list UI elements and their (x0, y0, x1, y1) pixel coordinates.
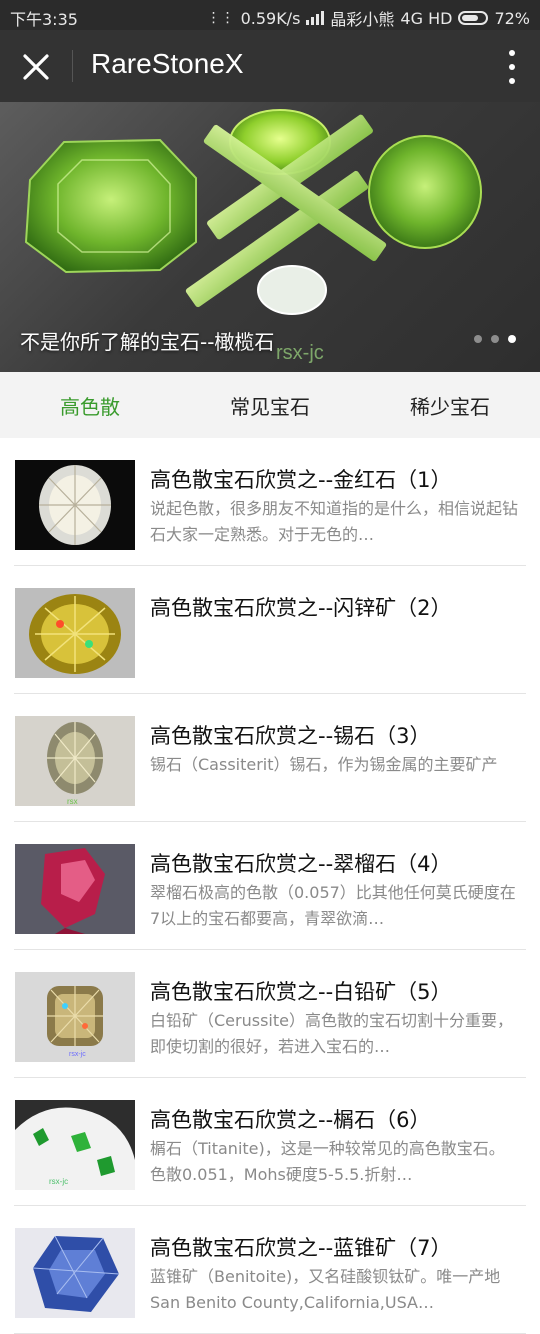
tab-rare-gems[interactable]: 稀少宝石 (360, 372, 540, 438)
banner-carousel[interactable]: 不是你所了解的宝石--橄榄石 rsx-jc (0, 102, 540, 372)
close-button[interactable] (16, 47, 56, 87)
more-icon-dot (509, 64, 515, 70)
list-item[interactable]: 高色散宝石欣赏之--翠榴石（4） 翠榴石极高的色散（0.057）比其他任何莫氏硬… (14, 822, 526, 950)
article-thumbnail: rsx-jc (15, 972, 135, 1062)
close-icon (23, 54, 49, 80)
article-summary: 榍石（Titanite)，这是一种较常见的高色散宝石。色散0.051，Mohs硬… (150, 1139, 505, 1184)
battery-icon (458, 11, 489, 25)
article-title: 高色散宝石欣赏之--榍石（6） (150, 1108, 431, 1132)
banner-watermark: rsx-jc (276, 342, 324, 364)
blue-gem-image (15, 1228, 135, 1318)
red-crystal-image (15, 844, 135, 934)
article-list: 高色散宝石欣赏之--金红石（1） 说起色散，很多朋友不知道指的是什么，相信说起钻… (0, 438, 540, 1334)
list-item[interactable]: rsx 高色散宝石欣赏之--锡石（3） 锡石（Cassiterit）锡石，作为锡… (14, 694, 526, 822)
list-item[interactable]: rsx-jc 高色散宝石欣赏之--榍石（6） 榍石（Titanite)，这是一种… (14, 1078, 526, 1206)
svg-text:rsx: rsx (67, 797, 78, 806)
champagne-cushion-gem-image: rsx-jc (15, 972, 135, 1062)
app-bar: RareStoneX (0, 30, 540, 102)
article-title: 高色散宝石欣赏之--锡石（3） (150, 724, 431, 748)
list-item[interactable]: 高色散宝石欣赏之--闪锌矿（2） (14, 566, 526, 694)
tab-common-gems[interactable]: 常见宝石 (180, 372, 360, 438)
network-type: 4G HD (400, 8, 453, 28)
banner-caption: 不是你所了解的宝石--橄榄石 (20, 330, 275, 354)
carrier-name: 晶彩小熊 (330, 10, 395, 29)
carousel-dots (474, 335, 516, 343)
status-time: 下午3:35 (10, 10, 78, 29)
svg-text:rsx-jc: rsx-jc (49, 1177, 68, 1186)
network-speed: 0.59K/s (240, 8, 301, 28)
article-thumbnail (15, 844, 135, 934)
list-item[interactable]: 高色散宝石欣赏之--金红石（1） 说起色散，很多朋友不知道指的是什么，相信说起钻… (14, 438, 526, 566)
list-item[interactable]: 高色散宝石欣赏之--蓝锥矿（7） 蓝锥矿（Benitoite)，又名硅酸钡钛矿。… (14, 1206, 526, 1334)
svg-text:rsx-jc: rsx-jc (69, 1051, 86, 1058)
article-thumbnail (15, 460, 135, 550)
category-tabs: 高色散 常见宝石 稀少宝石 (0, 372, 540, 438)
article-summary: 翠榴石极高的色散（0.057）比其他任何莫氏硬度在7以上的宝石都要高，青翠欲滴… (150, 883, 516, 928)
clear-oval-gem-image (15, 460, 135, 550)
grey-oval-gem-image: rsx (15, 716, 135, 806)
article-summary: 白铅矿（Cerussite）高色散的宝石切割十分重要，即使切割的很好，若进入宝石… (150, 1011, 513, 1056)
carousel-dot[interactable] (474, 335, 482, 343)
article-title: 高色散宝石欣赏之--蓝锥矿（7） (150, 1236, 452, 1260)
list-item[interactable]: rsx-jc 高色散宝石欣赏之--白铅矿（5） 白铅矿（Cerussite）高色… (14, 950, 526, 1078)
yellow-oval-gem-image (15, 588, 135, 678)
article-thumbnail (15, 588, 135, 678)
green-gems-on-white-image: rsx-jc (15, 1100, 135, 1190)
article-title: 高色散宝石欣赏之--闪锌矿（2） (150, 596, 452, 620)
page-title: RareStoneX (91, 48, 244, 79)
article-summary (150, 624, 520, 676)
article-thumbnail: rsx-jc (15, 1100, 135, 1190)
carousel-dot[interactable] (491, 335, 499, 343)
article-title: 高色散宝石欣赏之--白铅矿（5） (150, 980, 452, 1004)
battery-percent: 72% (494, 8, 530, 28)
header-divider (72, 50, 73, 82)
alarm-icon: ⋮⋮ (206, 10, 235, 26)
carousel-dot-active[interactable] (508, 335, 516, 343)
status-bar: 下午3:35 ⋮⋮ 0.59K/s 晶彩小熊 4G HD 72% (0, 0, 540, 30)
status-indicators: ⋮⋮ 0.59K/s 晶彩小熊 4G HD 72% (207, 6, 530, 30)
more-icon-dot (509, 78, 515, 84)
tab-high-dispersion[interactable]: 高色散 (0, 372, 180, 438)
more-menu-button[interactable] (506, 50, 518, 84)
article-summary: 锡石（Cassiterit）锡石，作为锡金属的主要矿产 (150, 755, 498, 774)
article-summary: 蓝锥矿（Benitoite)，又名硅酸钡钛矿。唯一产地San Benito Co… (150, 1267, 501, 1312)
article-summary: 说起色散，很多朋友不知道指的是什么，相信说起钻石大家一定熟悉。对于无色的… (150, 499, 519, 544)
article-title: 高色散宝石欣赏之--翠榴石（4） (150, 852, 452, 876)
article-thumbnail (15, 1228, 135, 1318)
article-thumbnail: rsx (15, 716, 135, 806)
signal-icon (306, 11, 325, 25)
article-title: 高色散宝石欣赏之--金红石（1） (150, 468, 452, 492)
more-icon (509, 50, 515, 56)
